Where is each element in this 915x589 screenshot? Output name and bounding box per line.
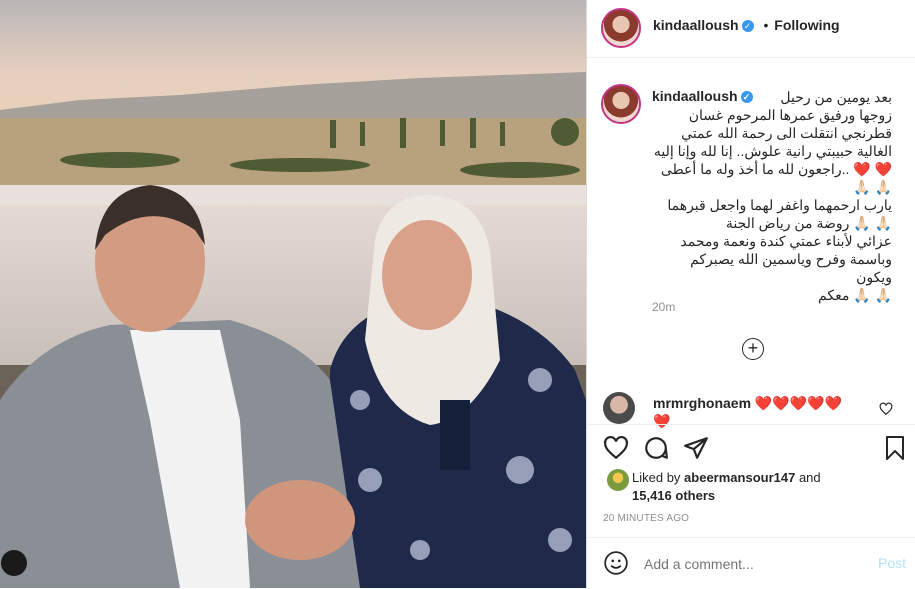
post-image <box>0 0 586 588</box>
post-photo[interactable] <box>0 0 586 588</box>
liked-by-user[interactable]: abeermansour147 <box>684 470 795 485</box>
caption-text: بعد يومين من رحيل زوجها ورفيق عمرها المر… <box>653 89 892 303</box>
liker-avatar[interactable] <box>607 469 629 491</box>
share-paper-plane-icon[interactable] <box>683 435 709 461</box>
commenter-username[interactable]: mrmrghonaem <box>653 395 751 411</box>
post-header: kindaalloush ✓ • Following <box>587 0 915 58</box>
like-heart-icon[interactable] <box>603 435 629 461</box>
verified-badge-icon: ✓ <box>741 20 754 33</box>
post-timestamp[interactable]: 20 MINUTES AGO <box>603 513 689 524</box>
comment-bubble-icon[interactable] <box>643 435 669 461</box>
author-username[interactable]: kindaalloush <box>653 17 739 33</box>
load-more-comments-icon[interactable]: + <box>742 338 764 360</box>
save-bookmark-icon[interactable] <box>883 435 907 461</box>
comment-like-heart-icon[interactable] <box>879 402 893 416</box>
post-comment-button[interactable]: Post <box>878 555 906 571</box>
add-comment-input[interactable] <box>642 551 866 577</box>
caption-time: 20m <box>652 300 676 314</box>
likes-summary: Liked by abeermansour147 and 15,416 othe… <box>632 469 902 505</box>
emoji-smiley-icon[interactable] <box>603 550 629 576</box>
commenter-avatar[interactable] <box>603 392 635 424</box>
header-user-line: kindaalloush ✓ • Following <box>653 17 840 33</box>
likes-others-count[interactable]: 15,416 others <box>632 488 715 503</box>
follow-status[interactable]: Following <box>774 17 839 33</box>
post-sidebar: kindaalloush ✓ • Following kindaalloush ✓ … <box>586 0 915 588</box>
caption-avatar[interactable] <box>601 84 641 124</box>
liked-by-and: and <box>798 470 821 485</box>
separator-dot: • <box>763 17 769 33</box>
action-bar <box>587 424 915 470</box>
author-avatar[interactable] <box>601 8 641 48</box>
add-comment-bar: Post <box>587 537 915 589</box>
liked-by-prefix: Liked by <box>632 470 681 485</box>
